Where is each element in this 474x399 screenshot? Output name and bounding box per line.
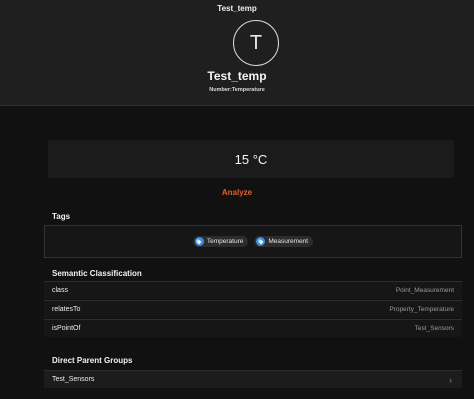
parent-group-label: Test_Sensors xyxy=(52,376,95,383)
top-title: Test_temp xyxy=(217,4,257,13)
semantic-value: Test_Sensors xyxy=(414,325,454,332)
semantic-row-class: class Point_Measurement xyxy=(44,281,462,299)
tag-label: Measurement xyxy=(268,238,309,245)
parent-group-item[interactable]: Test_Sensors › xyxy=(44,370,462,388)
semantic-key: isPointOf xyxy=(52,325,81,332)
semantic-row-ispointof: isPointOf Test_Sensors xyxy=(44,319,462,337)
tag-icon xyxy=(194,237,204,246)
tags-container: Temperature Measurement xyxy=(44,225,462,258)
semantic-section-title: Semantic Classification xyxy=(52,269,142,278)
tag-chip-measurement[interactable]: Measurement xyxy=(254,236,314,247)
avatar: T xyxy=(233,20,279,66)
semantic-key: class xyxy=(52,287,68,294)
analyze-link[interactable]: Analyze xyxy=(0,188,474,197)
semantic-key: relatesTo xyxy=(52,306,81,313)
tag-icon xyxy=(256,237,266,246)
item-type: Number:Temperature xyxy=(209,87,265,93)
item-name: Test_temp xyxy=(207,69,267,83)
semantic-value: Point_Measurement xyxy=(395,287,454,294)
chevron-right-icon: › xyxy=(449,374,452,385)
tag-label: Temperature xyxy=(206,238,244,245)
state-value: 15 °C xyxy=(234,151,268,167)
semantic-row-relatesto: relatesTo Property_Temperature xyxy=(44,300,462,318)
parent-groups-section-title: Direct Parent Groups xyxy=(52,356,133,365)
tag-chip-temperature[interactable]: Temperature xyxy=(192,236,249,247)
semantic-value: Property_Temperature xyxy=(389,306,454,313)
item-header: Test_temp T Test_temp Number:Temperature xyxy=(0,0,474,106)
tags-section-title: Tags xyxy=(52,212,71,221)
state-value-card[interactable]: 15 °C xyxy=(48,140,454,178)
